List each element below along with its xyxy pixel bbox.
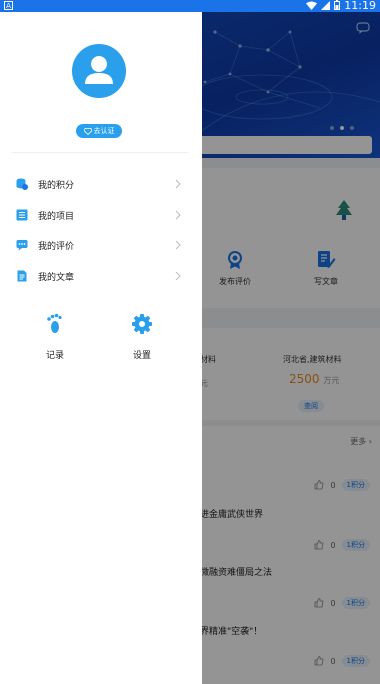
battery-icon [334,0,341,10]
menu-item-points[interactable]: 我的积分 [0,170,202,200]
article-icon [17,270,27,282]
quick-action-records[interactable]: 记录 [25,313,85,361]
quick-action-settings[interactable]: 设置 [112,313,172,361]
menu-item-articles[interactable]: 我的文章 [0,262,202,292]
status-bar: A 11:19 [0,0,380,12]
navigation-drawer: 去认证 我的积分 我的项目 我的评价 我的文章 记录 设置 [0,12,202,684]
status-icons: 11:19 [306,0,376,12]
quick-action-label: 设置 [132,351,151,361]
verify-badge[interactable]: 去认证 [76,124,122,138]
menu-item-reviews[interactable]: 我的评价 [0,231,202,261]
menu-label: 我的文章 [38,273,75,283]
gear-icon [132,314,152,334]
avatar[interactable] [72,44,126,98]
footprint-icon [47,313,62,333]
comment-icon [16,240,28,251]
chevron-right-icon [175,210,181,220]
menu-label: 我的评价 [38,242,75,252]
project-icon [16,209,28,221]
clock: 11:19 [344,0,376,12]
menu-label: 我的项目 [38,212,75,222]
menu-item-projects[interactable]: 我的项目 [0,201,202,231]
divider [12,152,188,153]
diamond-icon [83,127,92,135]
chevron-right-icon [175,271,181,281]
menu-label: 我的积分 [38,181,75,191]
quick-action-label: 记录 [45,351,64,361]
signal-icon [321,0,331,10]
wifi-icon [306,1,318,10]
notification-a-icon: A [4,1,13,10]
points-icon [16,178,28,190]
chevron-right-icon [175,179,181,189]
user-icon [85,56,113,84]
chevron-right-icon [175,240,181,250]
